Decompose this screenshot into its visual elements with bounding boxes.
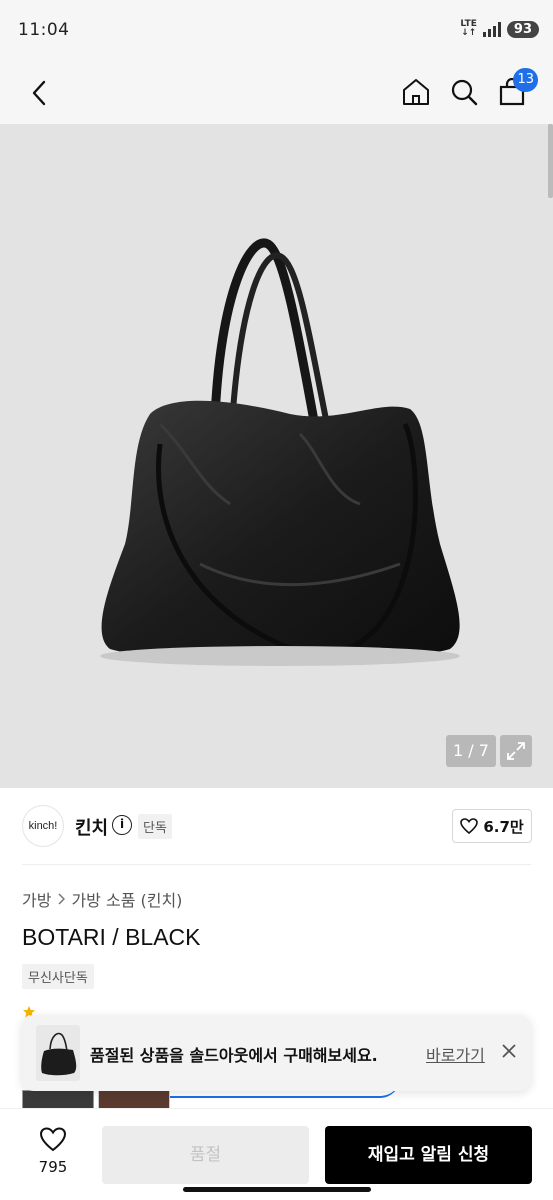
home-icon (403, 79, 429, 105)
battery-icon: 93 (506, 20, 539, 38)
related-thumbnails (22, 1090, 170, 1110)
brand-logo[interactable]: kinch! (22, 805, 64, 847)
brand-name[interactable]: 킨치 (75, 814, 108, 840)
brand-like-button[interactable]: 6.7만 (452, 809, 532, 843)
cart-count-badge: 13 (513, 68, 538, 92)
brand-row: kinch! 킨치 i 단독 6.7만 (0, 800, 553, 864)
thumbnail[interactable] (98, 1090, 170, 1110)
home-button[interactable] (396, 72, 436, 112)
soldout-toast: 품절된 상품을 솔드아웃에서 구매해보세요. 바로가기 (22, 1015, 531, 1091)
exclusive-tag: 무신사단독 (22, 964, 94, 989)
product-title: BOTARI / BLACK (22, 924, 201, 950)
brand-exclusive-tag: 단독 (138, 814, 172, 839)
lte-icon: LTE ↓↑ (460, 20, 477, 38)
divider (22, 864, 531, 865)
thumbnail[interactable] (22, 1090, 94, 1110)
heart-icon (39, 1127, 67, 1152)
page-scrollbar[interactable] (548, 124, 553, 198)
product-image-gallery[interactable] (0, 124, 553, 788)
breadcrumb-item[interactable]: 가방 (22, 887, 51, 911)
close-icon (502, 1044, 516, 1058)
toast-close-button[interactable] (498, 1040, 520, 1062)
back-button[interactable] (20, 74, 58, 112)
chevron-right-icon (58, 893, 66, 905)
toast-product-thumbnail (36, 1025, 80, 1081)
network-activity: ↓↑ (461, 28, 477, 38)
breadcrumb: 가방 가방 소품 (킨치) (22, 887, 182, 911)
home-indicator (183, 1187, 371, 1192)
search-icon (451, 79, 478, 106)
soldout-button[interactable]: 품절 (102, 1126, 309, 1184)
wishlist-button[interactable]: 795 (30, 1127, 76, 1176)
status-time: 11:04 (18, 20, 70, 40)
toast-message: 품절된 상품을 솔드아웃에서 구매해보세요. (90, 1046, 378, 1065)
image-counter: 1 / 7 (446, 735, 496, 767)
info-icon[interactable]: i (112, 815, 132, 835)
expand-icon (507, 742, 525, 760)
wishlist-count: 795 (38, 1158, 68, 1176)
restock-alert-button[interactable]: 재입고 알림 신청 (325, 1126, 532, 1184)
breadcrumb-item[interactable]: 가방 소품 (킨치) (71, 887, 182, 911)
heart-icon (460, 818, 479, 834)
cart-button[interactable]: 13 (492, 68, 538, 112)
top-nav: 13 (0, 62, 553, 124)
back-icon (32, 80, 46, 106)
expand-image-button[interactable] (500, 735, 532, 767)
status-indicators: LTE ↓↑ 93 (460, 20, 539, 38)
brand-like-count: 6.7만 (483, 817, 524, 836)
signal-icon (482, 21, 501, 37)
product-image (100, 238, 460, 666)
search-button[interactable] (444, 72, 484, 112)
toast-shortcut-link[interactable]: 바로가기 (426, 1042, 485, 1066)
status-bar: 11:04 LTE ↓↑ 93 (0, 0, 553, 62)
